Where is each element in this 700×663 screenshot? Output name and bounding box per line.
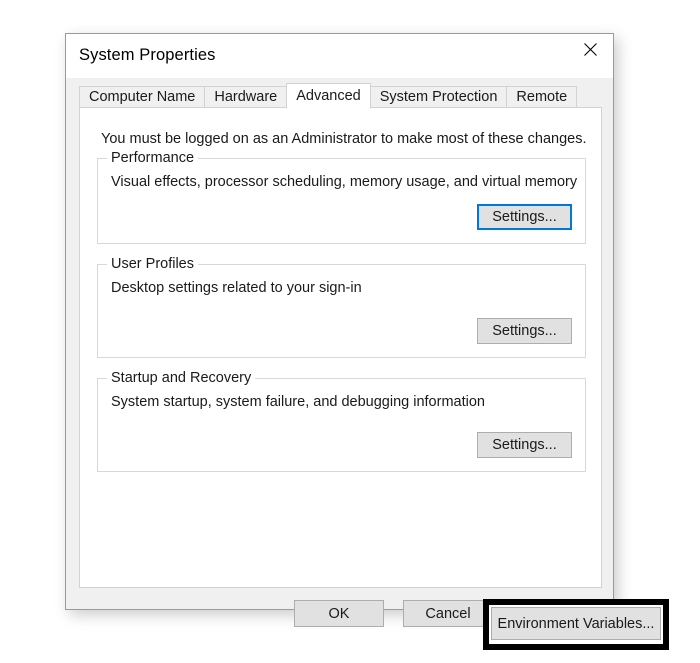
user-profiles-group: User Profiles Desktop settings related t… xyxy=(97,256,586,358)
startup-recovery-group: Startup and Recovery System startup, sys… xyxy=(97,370,586,472)
cancel-button[interactable]: Cancel xyxy=(403,600,493,627)
user-profiles-settings-button[interactable]: Settings... xyxy=(477,318,572,344)
title-bar: System Properties xyxy=(66,34,613,78)
startup-recovery-settings-button[interactable]: Settings... xyxy=(477,432,572,458)
user-profiles-group-description: Desktop settings related to your sign-in xyxy=(111,280,362,296)
advanced-tab-panel: You must be logged on as an Administrato… xyxy=(79,107,669,650)
performance-settings-button[interactable]: Settings... xyxy=(477,204,572,230)
close-icon-glyph xyxy=(583,43,597,56)
tab-system-protection[interactable]: System Protection xyxy=(369,86,508,108)
environment-variables-button[interactable]: Environment Variables... xyxy=(491,607,661,640)
performance-group-legend: Performance xyxy=(107,150,199,166)
close-icon[interactable] xyxy=(567,34,613,65)
tab-hardware[interactable]: Hardware xyxy=(204,86,288,108)
performance-group: Performance Visual effects, processor sc… xyxy=(97,150,586,244)
tab-strip: Computer Name Hardware Advanced System P… xyxy=(79,83,602,109)
ok-button[interactable]: OK xyxy=(294,600,384,627)
administrator-notice: You must be logged on as an Administrato… xyxy=(101,131,587,147)
startup-recovery-group-legend: Startup and Recovery xyxy=(107,370,256,386)
tab-advanced[interactable]: Advanced xyxy=(286,83,371,109)
performance-group-description: Visual effects, processor scheduling, me… xyxy=(111,174,578,190)
screenshot-root: System Properties Computer Name Hardware… xyxy=(0,0,700,663)
window-title: System Properties xyxy=(79,46,216,64)
tab-remote[interactable]: Remote xyxy=(506,86,578,108)
tab-computer-name[interactable]: Computer Name xyxy=(79,86,206,108)
startup-recovery-group-description: System startup, system failure, and debu… xyxy=(111,394,485,410)
user-profiles-group-legend: User Profiles xyxy=(107,256,198,272)
system-properties-dialog: System Properties Computer Name Hardware… xyxy=(65,33,669,650)
